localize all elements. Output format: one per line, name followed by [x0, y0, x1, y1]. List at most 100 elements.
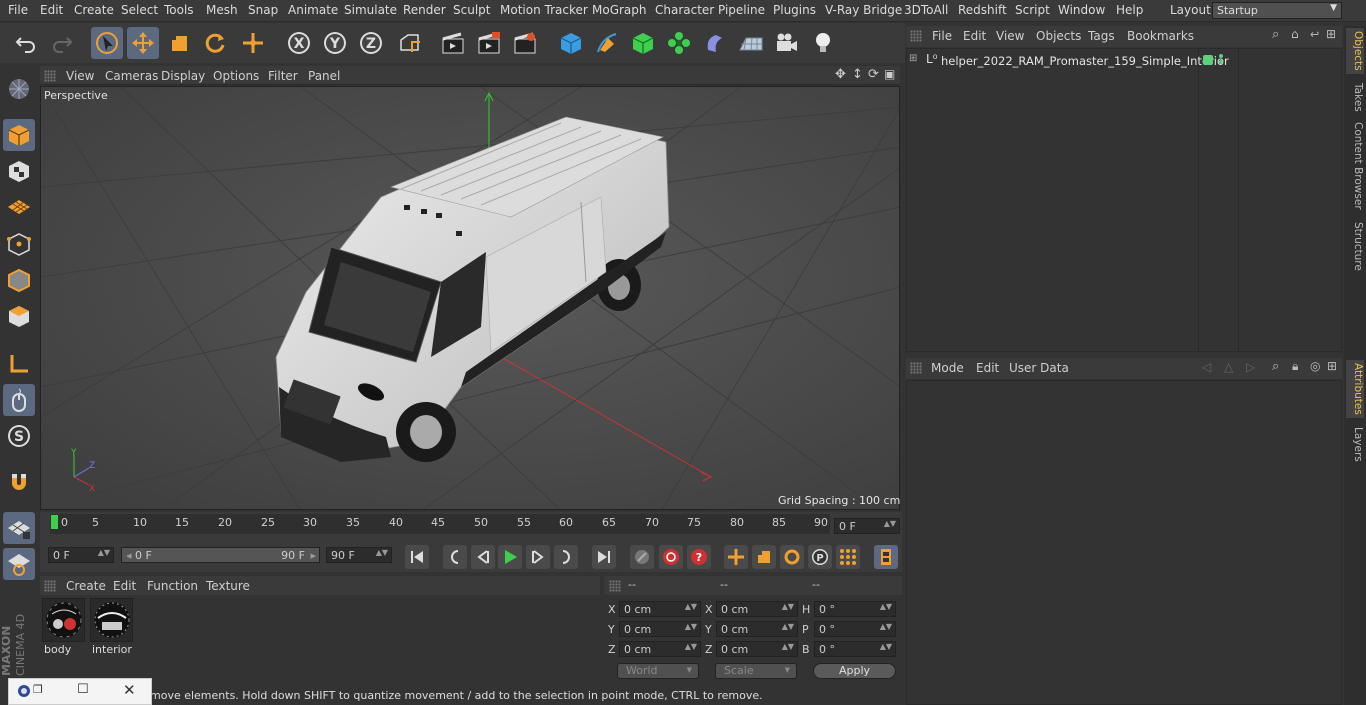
z-axis-button[interactable]: Z — [355, 27, 387, 59]
back-icon[interactable]: ↩ — [1310, 28, 1319, 41]
rotation-p-field[interactable]: 0 ° ▲▼ — [814, 621, 896, 637]
frame-range-slider[interactable]: ◂ 0 F 90 F ▸ — [121, 547, 320, 563]
viewport-menu-view[interactable]: View — [66, 69, 94, 83]
viewport-move-icon[interactable]: ✥ — [835, 67, 846, 82]
locked-workplane-button[interactable] — [3, 548, 35, 580]
size-y-field[interactable]: 0 cm ▲▼ — [716, 621, 798, 637]
start-frame-field[interactable]: 0 F ▲▼ — [48, 547, 114, 563]
objects-menu-file[interactable]: File — [932, 29, 952, 43]
end-frame-field[interactable]: 90 F ▲▼ — [326, 547, 392, 563]
timeline-window-button[interactable] — [874, 545, 898, 569]
keyframe-selection-button[interactable]: ? — [687, 545, 711, 569]
menu-vray-bridge[interactable]: V-Ray Bridge — [825, 3, 902, 17]
redo-button[interactable] — [46, 27, 78, 59]
search-icon[interactable]: ⌕ — [1272, 359, 1279, 374]
deformer-button[interactable] — [699, 27, 731, 59]
material-menu-function[interactable]: Function — [147, 579, 198, 593]
menu-snap[interactable]: Snap — [248, 3, 278, 17]
texture-mode-button[interactable] — [3, 155, 35, 187]
tab-takes[interactable]: Takes — [1346, 80, 1364, 114]
solo-button[interactable]: S — [3, 420, 35, 452]
key-parameter-button[interactable]: P — [808, 545, 832, 569]
rotation-h-field[interactable]: 0 ° ▲▼ — [814, 601, 896, 617]
arrow-up-icon[interactable]: △ — [1224, 360, 1233, 374]
floor-button[interactable] — [735, 27, 767, 59]
live-selection-button[interactable] — [91, 27, 123, 59]
point-mode-button[interactable] — [3, 228, 35, 260]
tweak-mode-button[interactable] — [3, 384, 35, 416]
size-mode-dropdown[interactable]: Scale ▼ — [715, 663, 797, 679]
menu-sculpt[interactable]: Sculpt — [453, 3, 490, 17]
polygon-mode-button[interactable] — [3, 300, 35, 332]
y-axis-button[interactable]: Y — [319, 27, 351, 59]
menu-render[interactable]: Render — [403, 3, 446, 17]
menu-mesh[interactable]: Mesh — [206, 3, 238, 17]
menu-create[interactable]: Create — [74, 3, 114, 17]
menu-help[interactable]: Help — [1116, 3, 1143, 17]
material-menu-create[interactable]: Create — [66, 579, 106, 593]
cloner-button[interactable] — [663, 27, 695, 59]
arrow-left-icon[interactable]: ◁ — [1202, 360, 1211, 374]
menu-tools[interactable]: Tools — [164, 3, 194, 17]
record-active-objects-button[interactable] — [630, 545, 654, 569]
menu-file[interactable]: File — [8, 3, 28, 17]
menu-3dtoall[interactable]: 3DToAll — [904, 3, 948, 17]
home-icon[interactable]: ⌂ — [1291, 27, 1299, 41]
layout-dropdown[interactable]: Startup ▼ — [1212, 2, 1342, 19]
expand-plus-icon[interactable]: ⊞ — [909, 53, 917, 64]
next-frame-button[interactable] — [526, 545, 550, 569]
key-pla-button[interactable] — [836, 545, 860, 569]
tab-attributes[interactable]: Attributes — [1346, 360, 1364, 418]
lock-icon[interactable]: 🔒︎ — [1292, 359, 1298, 374]
new-view-icon[interactable]: ⊞ — [1326, 27, 1336, 41]
menu-redshift[interactable]: Redshift — [958, 3, 1007, 17]
key-position-button[interactable] — [724, 545, 748, 569]
key-rotation-button[interactable] — [780, 545, 804, 569]
go-to-start-button[interactable] — [405, 545, 429, 569]
menu-select[interactable]: Select — [121, 3, 158, 17]
visibility-dots-icon[interactable] — [1219, 54, 1224, 66]
render-settings-button[interactable] — [509, 27, 541, 59]
light-button[interactable] — [807, 27, 839, 59]
tab-structure[interactable]: Structure — [1346, 218, 1364, 274]
key-scale-button[interactable] — [752, 545, 776, 569]
model-mode-button[interactable] — [3, 119, 35, 151]
transform-tool-button[interactable] — [237, 27, 269, 59]
viewport-menu-options[interactable]: Options — [213, 69, 259, 83]
move-tool-button[interactable] — [127, 27, 159, 59]
undo-button[interactable] — [10, 27, 42, 59]
3d-viewport[interactable]: Y Z X — [40, 86, 900, 510]
tab-objects[interactable]: Objects — [1346, 28, 1364, 74]
coordinate-space-dropdown[interactable]: World ▼ — [617, 663, 699, 679]
objects-menu-objects[interactable]: Objects — [1036, 29, 1081, 43]
position-y-field[interactable]: 0 cm ▲▼ — [619, 621, 701, 637]
taskbar-window-thumbnail[interactable]: ❐ ☐ ✕ — [8, 678, 152, 705]
go-to-end-button[interactable] — [592, 545, 616, 569]
subdivision-button[interactable] — [627, 27, 659, 59]
arrow-right-icon[interactable]: ▷ — [1246, 360, 1255, 374]
menu-edit[interactable]: Edit — [40, 3, 63, 17]
viewport-menu-cameras[interactable]: Cameras — [105, 69, 158, 83]
viewport-dolly-icon[interactable]: ↕ — [852, 67, 863, 82]
viewport-menu-panel[interactable]: Panel — [308, 69, 340, 83]
close-icon[interactable]: ✕ — [123, 681, 136, 699]
x-axis-button[interactable]: X — [283, 27, 315, 59]
render-view-button[interactable] — [437, 27, 469, 59]
layer-color-tag[interactable] — [1203, 55, 1213, 65]
material-menu-edit[interactable]: Edit — [113, 579, 136, 593]
cube-object-button[interactable] — [555, 27, 587, 59]
search-icon[interactable]: ⌕ — [1272, 27, 1279, 42]
menu-mograph[interactable]: MoGraph — [592, 3, 647, 17]
attributes-menu-edit[interactable]: Edit — [976, 361, 999, 375]
tab-layers[interactable]: Layers — [1346, 424, 1364, 464]
render-picture-viewer-button[interactable] — [473, 27, 505, 59]
restore-icon[interactable]: ❐ — [33, 683, 43, 696]
menu-simulate[interactable]: Simulate — [344, 3, 397, 17]
viewport-menu-filter[interactable]: Filter — [268, 69, 298, 83]
snap-button[interactable] — [3, 466, 35, 498]
viewport-maximize-icon[interactable]: ▣ — [884, 67, 895, 81]
menu-character[interactable]: Character — [655, 3, 714, 17]
previous-frame-button[interactable] — [471, 545, 495, 569]
scale-tool-button[interactable] — [163, 27, 195, 59]
target-icon[interactable]: ◎ — [1310, 359, 1320, 373]
